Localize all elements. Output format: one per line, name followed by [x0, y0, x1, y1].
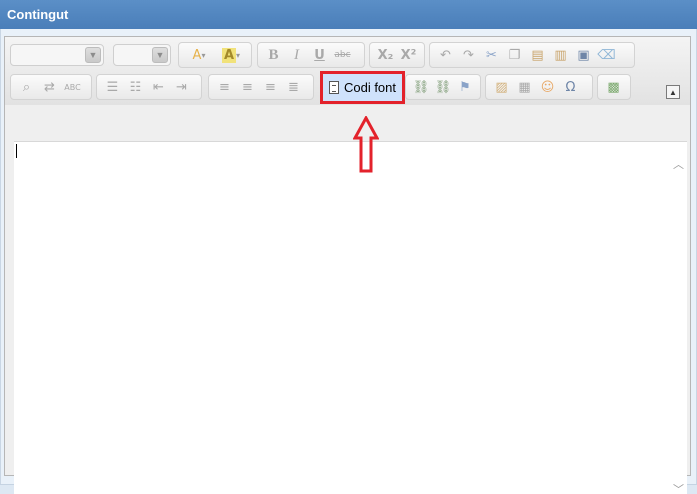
text-caret [16, 144, 17, 158]
font-size-select[interactable]: ▼ [113, 44, 171, 66]
redo-icon[interactable]: ↷ [457, 44, 480, 66]
superscript-button[interactable]: X² [397, 44, 420, 66]
anchor-flag-icon[interactable]: ⚑ [454, 76, 476, 98]
collapse-toolbar-button[interactable]: ▲ [666, 85, 680, 99]
indent-icon[interactable]: ⇥ [170, 76, 193, 98]
window-title: Contingut [0, 0, 697, 29]
callout-arrow-icon [353, 116, 379, 173]
text-color-icon[interactable]: A ▾ [183, 44, 215, 66]
table-icon[interactable]: ▦ [513, 76, 536, 98]
paste-text-icon[interactable]: ▥ [549, 44, 572, 66]
align-center-icon[interactable]: ≡ [236, 76, 259, 98]
background-color-icon[interactable]: A ▾ [215, 44, 247, 66]
source-code-button[interactable]: Codi font [320, 71, 405, 104]
maximize-icon[interactable]: ▣ [572, 44, 595, 66]
image-icon[interactable]: ▨ [490, 76, 513, 98]
copy-icon[interactable]: ❐ [503, 44, 526, 66]
outdent-icon[interactable]: ⇤ [147, 76, 170, 98]
chevron-up-icon[interactable]: ︿ [673, 159, 684, 171]
align-left-icon[interactable]: ≡ [213, 76, 236, 98]
cut-icon[interactable]: ✂ [480, 44, 503, 66]
editor-content-area[interactable]: ︿ ﹀ [14, 141, 687, 494]
align-group: ≡ ≡ ≡ ≣ [208, 74, 314, 100]
underline-button[interactable]: U [308, 44, 331, 66]
strikethrough-button[interactable]: abc [331, 44, 354, 66]
chevron-down-icon[interactable]: ﹀ [673, 484, 684, 494]
basic-styles-group: B I U abc [257, 42, 365, 68]
paste-icon[interactable]: ▤ [526, 44, 549, 66]
special-char-icon[interactable]: Ω [559, 76, 582, 98]
bulleted-list-icon[interactable]: ☷ [124, 76, 147, 98]
insert-group: ▨ ▦ ☺ Ω [485, 74, 593, 100]
chevron-down-icon[interactable]: ▼ [85, 47, 101, 63]
unlink-icon[interactable]: ⛓ [432, 76, 454, 98]
bold-button[interactable]: B [262, 44, 285, 66]
paste-word-group: ▩ [597, 74, 631, 100]
justify-icon[interactable]: ≣ [282, 76, 305, 98]
format-select[interactable]: ▼ [10, 44, 104, 66]
clipboard-group: ↶ ↷ ✂ ❐ ▤ ▥ ▣ ⌫ [429, 42, 635, 68]
spreadsheet-icon[interactable]: ▩ [602, 76, 625, 98]
spellcheck-icon[interactable]: ABC [61, 76, 84, 98]
list-group: ☰ ☷ ⇤ ⇥ [96, 74, 202, 100]
color-group: A ▾ A ▾ [178, 42, 252, 68]
remove-format-icon[interactable]: ⌫ [595, 44, 618, 66]
link-icon[interactable]: ⛓ [410, 76, 432, 98]
document-icon [328, 81, 339, 94]
link-group: ⛓ ⛓ ⚑ [405, 74, 481, 100]
align-right-icon[interactable]: ≡ [259, 76, 282, 98]
find-icon[interactable]: ⌕ [15, 76, 38, 98]
replace-icon[interactable]: ⇄ [38, 76, 61, 98]
numbered-list-icon[interactable]: ☰ [101, 76, 124, 98]
smiley-icon[interactable]: ☺ [536, 76, 559, 98]
script-group: X₂ X² [369, 42, 425, 68]
italic-button[interactable]: I [285, 44, 308, 66]
subscript-button[interactable]: X₂ [374, 44, 397, 66]
undo-icon[interactable]: ↶ [434, 44, 457, 66]
source-code-label: Codi font [343, 80, 397, 95]
find-group: ⌕ ⇄ ABC [10, 74, 92, 100]
chevron-down-icon[interactable]: ▼ [152, 47, 168, 63]
vertical-scrollbar[interactable]: ︿ ﹀ [670, 142, 687, 494]
